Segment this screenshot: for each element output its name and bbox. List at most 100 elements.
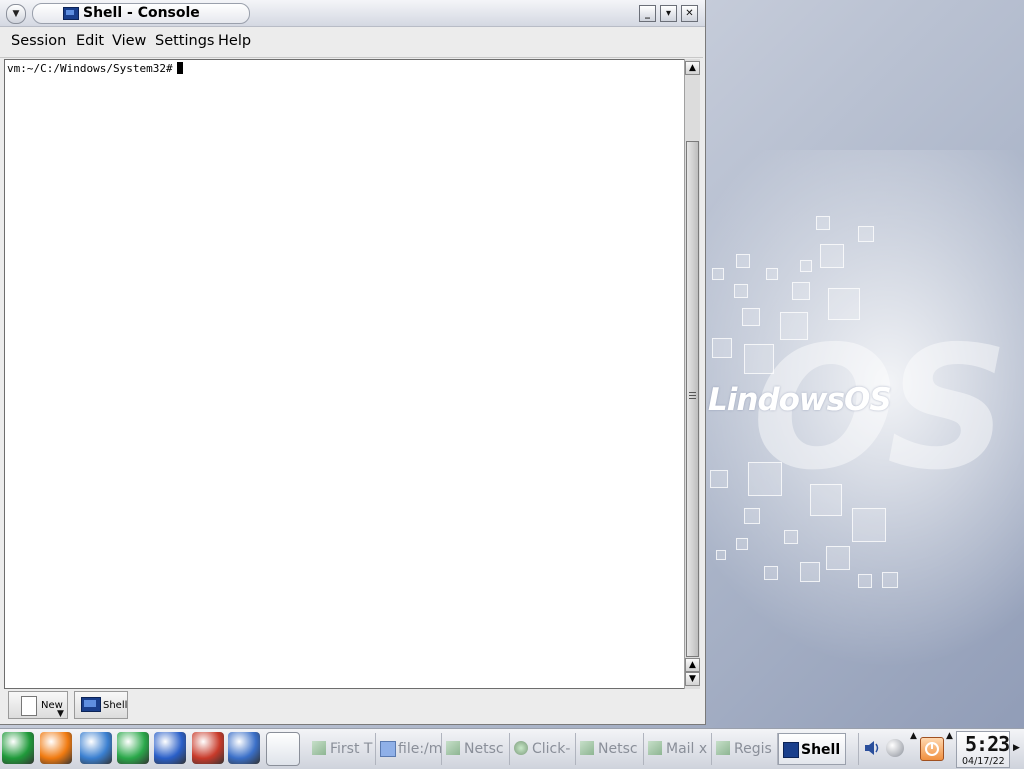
window-menu-chevron-icon[interactable]: ▼ — [6, 4, 26, 24]
task-label: Shell — [801, 742, 841, 758]
task-button[interactable]: file:/m — [376, 733, 442, 765]
session-tab-shell[interactable]: Shell — [74, 691, 128, 719]
wallpaper-square — [736, 254, 750, 268]
wallpaper-square — [712, 268, 724, 280]
wallpaper-square — [748, 462, 782, 496]
menu-session[interactable]: Session — [11, 33, 66, 49]
lindows-icon — [716, 741, 730, 755]
menu-settings[interactable]: Settings — [155, 33, 214, 49]
life-vest-icon[interactable] — [40, 732, 72, 764]
wallpaper-square — [716, 550, 726, 560]
menu-edit[interactable]: Edit — [76, 33, 104, 49]
scrollbar-grip — [689, 395, 696, 396]
title-pill: Shell - Console — [32, 3, 250, 24]
terminal-cursor — [176, 62, 183, 74]
power-button-icon[interactable] — [920, 737, 944, 761]
dropdown-arrow-icon[interactable]: ▼ — [57, 709, 64, 719]
lindows-logo: LindowsOS — [708, 382, 892, 418]
menu-bar: Session Edit View Settings Help — [0, 27, 703, 58]
wallpaper-square — [882, 572, 898, 588]
notes-icon[interactable] — [266, 732, 300, 766]
tray-up-arrow-icon[interactable]: ▲ — [910, 731, 917, 741]
globe-icon — [514, 741, 528, 755]
scroll-up-arrow-icon[interactable]: ▲ — [685, 658, 700, 672]
task-label: Netsc — [464, 741, 504, 757]
task-label: Click- — [532, 741, 571, 757]
clock-time: 5:23 — [965, 732, 1010, 756]
network-globe-icon[interactable] — [886, 739, 904, 757]
taskbar: First T file:/m Netsc Click- Netsc Mail x Regi… — [0, 728, 1024, 769]
taskbar-scroll-right-icon[interactable]: ▶ — [1013, 743, 1020, 753]
click-n-run-icon[interactable] — [228, 732, 260, 764]
console-window[interactable]: ▼ Shell - Console _ ▾ ✕ Session Edit Vie… — [0, 0, 706, 725]
scrollbar-grip — [689, 398, 696, 399]
wallpaper-square — [792, 282, 810, 300]
maximize-icon[interactable]: ▾ — [660, 5, 677, 22]
wallpaper-square — [858, 226, 874, 242]
lindows-icon — [312, 741, 326, 755]
new-session-button[interactable]: New ▼ — [8, 691, 68, 719]
wallpaper-square — [766, 268, 778, 280]
wallpaper-square — [852, 508, 886, 542]
terminal-prompt: vm:~/C:/Windows/System32# — [7, 62, 173, 75]
lindows-icon — [580, 741, 594, 755]
task-button[interactable]: Shell — [778, 733, 846, 765]
menu-view[interactable]: View — [112, 33, 146, 49]
session-tab-label: Shell — [103, 700, 128, 711]
clock-date: 04/17/22 — [962, 756, 1005, 767]
globe-icon[interactable] — [154, 732, 186, 764]
clock[interactable]: 5:23 04/17/22 — [956, 731, 1010, 768]
lindows-icon — [446, 741, 460, 755]
task-label: file:/m — [398, 741, 442, 757]
monitor-icon — [783, 742, 799, 758]
wallpaper-square — [816, 216, 830, 230]
terminal-scrollbar[interactable]: ▲ ▲ ▼ — [684, 59, 700, 689]
wallpaper-square — [826, 546, 850, 570]
lindows-launcher-icon[interactable] — [2, 732, 34, 764]
task-label: Mail x — [666, 741, 708, 757]
scrollbar-grip — [689, 392, 696, 393]
close-icon[interactable]: ✕ — [681, 5, 698, 22]
task-label: First T — [330, 741, 373, 757]
runner-icon[interactable] — [117, 732, 149, 764]
window-title: Shell - Console — [83, 5, 200, 21]
terminal-prompt-line: vm:~/C:/Windows/System32# — [7, 62, 183, 75]
wallpaper-square — [744, 508, 760, 524]
wallpaper-square — [800, 562, 820, 582]
terminal-area[interactable]: vm:~/C:/Windows/System32# — [4, 59, 686, 689]
window-titlebar[interactable]: ▼ Shell - Console _ ▾ ✕ — [0, 0, 705, 27]
wallpaper-square — [800, 260, 812, 272]
tray-up-arrow-icon[interactable]: ▲ — [946, 731, 953, 741]
task-label: Netsc — [598, 741, 638, 757]
wallpaper-square — [742, 308, 760, 326]
mailbox-icon[interactable] — [192, 732, 224, 764]
wallpaper-square — [712, 338, 732, 358]
console-monitor-icon — [81, 697, 101, 712]
speaker-icon[interactable] — [863, 739, 881, 757]
task-button[interactable]: Netsc — [576, 733, 644, 765]
wallpaper-square — [828, 288, 860, 320]
wallpaper-square — [710, 470, 728, 488]
new-document-icon — [21, 696, 37, 716]
scroll-down-arrow-icon[interactable]: ▼ — [685, 672, 700, 686]
wallpaper-square — [764, 566, 778, 580]
file-cabinet-icon[interactable] — [80, 732, 112, 764]
wallpaper-square — [810, 484, 842, 516]
lindows-icon — [648, 741, 662, 755]
system-tray — [858, 733, 911, 765]
task-label: Regis — [734, 741, 772, 757]
task-button[interactable]: First T — [308, 733, 376, 765]
wallpaper-square — [858, 574, 872, 588]
scrollbar-thumb[interactable] — [686, 141, 699, 657]
task-button[interactable]: Regis — [712, 733, 778, 765]
wallpaper-square — [744, 344, 774, 374]
scroll-up-arrow-icon[interactable]: ▲ — [685, 61, 700, 75]
wallpaper-square — [784, 530, 798, 544]
menu-help[interactable]: Help — [218, 33, 251, 49]
task-button[interactable]: Click- — [510, 733, 576, 765]
minimize-icon[interactable]: _ — [639, 5, 656, 22]
task-button[interactable]: Netsc — [442, 733, 510, 765]
task-button[interactable]: Mail x — [644, 733, 712, 765]
console-monitor-icon — [63, 7, 79, 20]
folder-icon — [380, 741, 396, 757]
